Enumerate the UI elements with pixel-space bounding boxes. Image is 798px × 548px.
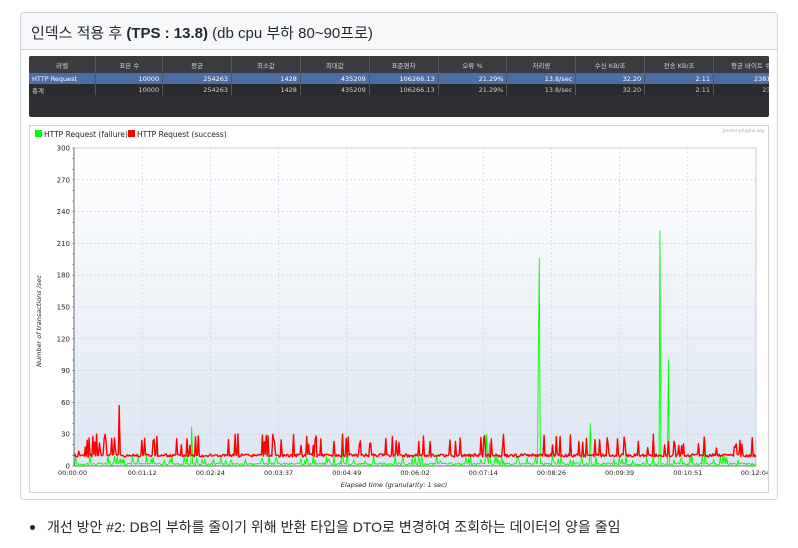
table-cell: 1428 — [231, 73, 301, 84]
table-cell: 10000 — [95, 73, 164, 84]
x-tick-label: 00:12:04 — [741, 469, 768, 477]
table-cell: 21.29% — [438, 73, 508, 84]
chart-svg: 030609012015018021024027030000:00:00 00:0… — [30, 126, 768, 492]
column-header[interactable]: 표본 수 — [95, 56, 164, 73]
legend-label-success: HTTP Request (success) — [137, 130, 227, 139]
y-tick-label: 30 — [61, 431, 70, 439]
table-cell: 435209 — [300, 73, 370, 84]
table-cell: 2.11 — [644, 73, 715, 84]
column-header[interactable]: 평균 — [162, 56, 233, 73]
section-title: 인덱스 적용 후 (TPS : 13.8) (db cpu 부하 80~90프로… — [21, 13, 777, 50]
y-tick-label: 120 — [57, 335, 70, 343]
column-header[interactable]: 전송 KB/초 — [644, 56, 715, 73]
table-cell: 32.20 — [575, 73, 646, 84]
y-tick-label: 240 — [57, 208, 70, 216]
legend-swatch-success — [128, 130, 135, 137]
y-tick-label: 270 — [57, 176, 70, 184]
table-cell: 13.8/sec — [506, 73, 577, 84]
table-row[interactable]: 총계 10000 254263 1428 435209 106266.13 21… — [29, 84, 769, 95]
table-cell: 2381.3 — [713, 84, 769, 95]
x-tick-label: 00:07:14 — [469, 469, 498, 477]
y-tick-label: 150 — [57, 304, 70, 312]
transactions-per-second-chart: 0 30 60 90 120 150 180 210 240 270 300 00:00:00 00:0… — [29, 125, 769, 493]
table-header-row: 라벨 표본 수 평균 최소값 최대값 표준편차 오류 % 처리량 수신 KB/초… — [29, 56, 769, 73]
x-tick-label: 00:03:37 — [264, 469, 293, 477]
column-header[interactable]: 최소값 — [231, 56, 301, 73]
column-header[interactable]: 수신 KB/초 — [575, 56, 646, 73]
x-axis-label: Elapsed time (granularity: 1 sec) — [341, 481, 448, 489]
column-header[interactable]: 최대값 — [300, 56, 370, 73]
table-cell: 106266.13 — [369, 84, 439, 95]
table-cell: 10000 — [95, 84, 164, 95]
y-tick-label: 300 — [57, 145, 70, 153]
table-cell: 1428 — [231, 84, 301, 95]
x-tick-label: 00:00:00 — [58, 469, 87, 477]
result-card: 인덱스 적용 후 (TPS : 13.8) (db cpu 부하 80~90프로… — [20, 12, 778, 500]
section-title-suffix: (db cpu 부하 80~90프로) — [208, 25, 373, 42]
table-cell: 2.11 — [644, 84, 715, 95]
section-title-tps: (TPS : 13.8) — [126, 25, 208, 42]
table-cell: 2381.273 — [713, 73, 769, 84]
section-title-prefix: 인덱스 적용 후 — [31, 25, 127, 42]
table-cell: 435209 — [300, 84, 370, 95]
table-cell: 32.20 — [575, 84, 646, 95]
table-row[interactable]: HTTP Request 10000 254263 1428 435209 10… — [29, 73, 769, 84]
table-cell: 21.29% — [438, 84, 508, 95]
chart-watermark: jmeter-plugins.org — [722, 128, 764, 134]
y-tick-label: 180 — [57, 272, 70, 280]
y-tick-label: 90 — [61, 367, 70, 375]
x-tick-label: 00:02:24 — [196, 469, 225, 477]
y-tick-label: 60 — [61, 399, 70, 407]
legend-swatch-failure — [35, 130, 42, 137]
table-cell: HTTP Request — [29, 73, 97, 84]
x-tick-label: 00:06:02 — [400, 469, 429, 477]
column-header[interactable]: 처리량 — [506, 56, 577, 73]
x-tick-label: 00:01:12 — [128, 469, 157, 477]
table-cell: 총계 — [29, 84, 97, 95]
table-cell: 254263 — [162, 84, 233, 95]
bullet-text: 개선 방안 #2: DB의 부하를 줄이기 위해 반환 타입을 DTO로 변경하… — [47, 519, 621, 535]
column-header[interactable]: 오류 % — [438, 56, 508, 73]
x-tick-label: 00:04:49 — [332, 469, 361, 477]
table-cell: 254263 — [162, 73, 233, 84]
legend-label-failure: HTTP Request (failure) — [44, 130, 128, 139]
summary-report-table: 라벨 표본 수 평균 최소값 최대값 표준편차 오류 % 처리량 수신 KB/초… — [29, 56, 769, 117]
x-tick-label: 00:10:51 — [673, 469, 702, 477]
x-tick-label: 00:08:26 — [537, 469, 566, 477]
x-tick-label: 00:09:39 — [605, 469, 634, 477]
y-axis-label: Number of transactions /sec — [35, 275, 43, 367]
table-cell: 13.8/sec — [506, 84, 577, 95]
table-cell: 106266.13 — [369, 73, 439, 84]
y-tick-label: 210 — [57, 240, 70, 248]
column-header[interactable]: 표준편차 — [369, 56, 439, 73]
bullet-marker — [30, 525, 35, 530]
column-header[interactable]: 라벨 — [29, 56, 97, 73]
column-header[interactable]: 평균 바이트 수 — [713, 56, 769, 73]
